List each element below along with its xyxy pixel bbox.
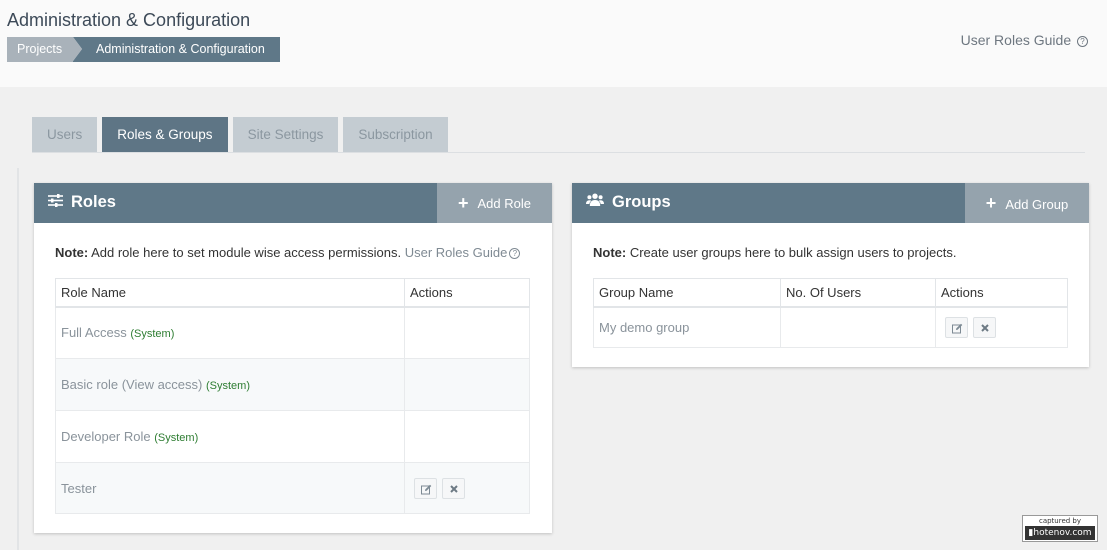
tab-subscription[interactable]: Subscription (343, 117, 448, 153)
role-name-cell: Developer Role (System) (55, 410, 405, 463)
groups-panel-header: Groups + Add Group (572, 183, 1089, 223)
role-actions-cell (404, 410, 530, 463)
close-icon (450, 484, 458, 493)
tab-bar: Users Roles & Groups Site Settings Subsc… (32, 117, 448, 153)
edit-role-button[interactable] (414, 477, 437, 499)
watermark: captured by ▮hotenov.com (1022, 515, 1098, 542)
user-roles-guide-link[interactable]: User Roles Guide ? (961, 32, 1088, 48)
edit-group-button[interactable] (945, 316, 968, 338)
column-header-users-count: No. Of Users (780, 278, 936, 308)
roles-note-text: Add role here to set module wise access … (88, 245, 405, 260)
breadcrumb-current: Administration & Configuration (73, 37, 280, 62)
tab-users[interactable]: Users (32, 117, 98, 153)
groups-table: Group Name No. Of Users Actions My demo … (593, 278, 1068, 348)
edit-icon (421, 484, 432, 494)
groups-note-text: Create user groups here to bulk assign u… (626, 245, 957, 260)
delete-role-button[interactable] (442, 477, 465, 499)
edit-icon (952, 323, 963, 334)
roles-panel: Roles + Add Role Note: Add role here to … (34, 183, 552, 533)
table-row: Developer Role (System) (55, 410, 530, 463)
column-header-actions: Actions (404, 278, 530, 308)
groups-note: Note: Create user groups here to bulk as… (593, 245, 956, 260)
watermark-line1: captured by (1038, 517, 1082, 525)
plus-icon: + (458, 193, 469, 213)
table-row: Basic role (View access) (System) (55, 358, 530, 411)
system-tag: (System) (206, 380, 250, 392)
role-name: Developer Role (61, 429, 151, 444)
tab-divider (32, 152, 1085, 153)
role-actions-cell (404, 358, 530, 411)
page-header: Administration & Configuration Projects … (0, 0, 1107, 87)
system-tag: (System) (130, 328, 175, 341)
breadcrumb: Projects Administration & Configuration (7, 37, 280, 62)
role-actions-cell (404, 306, 530, 359)
role-name: Basic role (View access) (61, 377, 203, 392)
add-role-label: Add Role (477, 195, 531, 211)
role-name: Tester (61, 480, 97, 496)
tab-site-settings[interactable]: Site Settings (232, 117, 339, 153)
breadcrumb-projects[interactable]: Projects (7, 37, 82, 62)
tab-roles-groups[interactable]: Roles & Groups (102, 117, 228, 153)
groups-title: Groups (586, 193, 671, 212)
help-icon: ? (509, 248, 521, 259)
add-role-button[interactable]: + Add Role (437, 183, 552, 223)
groups-note-label: Note: (593, 245, 627, 260)
table-row: Tester (55, 462, 530, 514)
table-row: My demo group (593, 306, 1068, 348)
help-icon: ? (1077, 36, 1088, 47)
group-users-cell (780, 306, 936, 348)
add-group-label: Add Group (1005, 196, 1069, 212)
table-header-row: Group Name No. Of Users Actions (593, 278, 1068, 308)
role-name: Full Access (61, 325, 127, 341)
roles-title: Roles (48, 193, 116, 212)
groups-panel: Groups + Add Group Note: Create user gro… (572, 183, 1089, 367)
table-row: Full Access (System) (55, 306, 530, 359)
role-actions-cell (404, 462, 530, 514)
roles-table: Role Name Actions Full Access (System) B… (55, 278, 530, 514)
page-title: Administration & Configuration (7, 10, 251, 30)
roles-note-label: Note: (55, 245, 89, 260)
column-header-group-name: Group Name (593, 278, 781, 308)
group-actions-cell (935, 306, 1068, 348)
roles-guide-link[interactable]: User Roles Guide (405, 245, 508, 260)
role-name-cell: Tester (55, 462, 405, 514)
column-header-actions: Actions (935, 278, 1068, 308)
role-name-cell: Full Access (System) (55, 306, 405, 359)
plus-icon: + (985, 193, 997, 213)
add-group-button[interactable]: + Add Group (965, 183, 1089, 223)
delete-group-button[interactable] (973, 316, 996, 338)
groups-title-text: Groups (612, 193, 671, 211)
roles-note: Note: Add role here to set module wise a… (55, 245, 521, 260)
users-icon (586, 193, 604, 212)
table-header-row: Role Name Actions (55, 278, 530, 308)
roles-panel-header: Roles + Add Role (34, 183, 552, 223)
column-header-role-name: Role Name (55, 278, 405, 308)
watermark-line2: ▮hotenov.com (1025, 526, 1095, 540)
role-name-cell: Basic role (View access) (System) (55, 358, 405, 411)
system-tag: (System) (154, 432, 199, 444)
roles-title-text: Roles (71, 193, 116, 211)
close-icon (981, 324, 989, 332)
content-left-rule (17, 168, 19, 550)
sliders-icon (48, 193, 63, 212)
guide-link-label[interactable]: User Roles Guide (961, 32, 1072, 48)
group-name-cell: My demo group (593, 306, 781, 348)
